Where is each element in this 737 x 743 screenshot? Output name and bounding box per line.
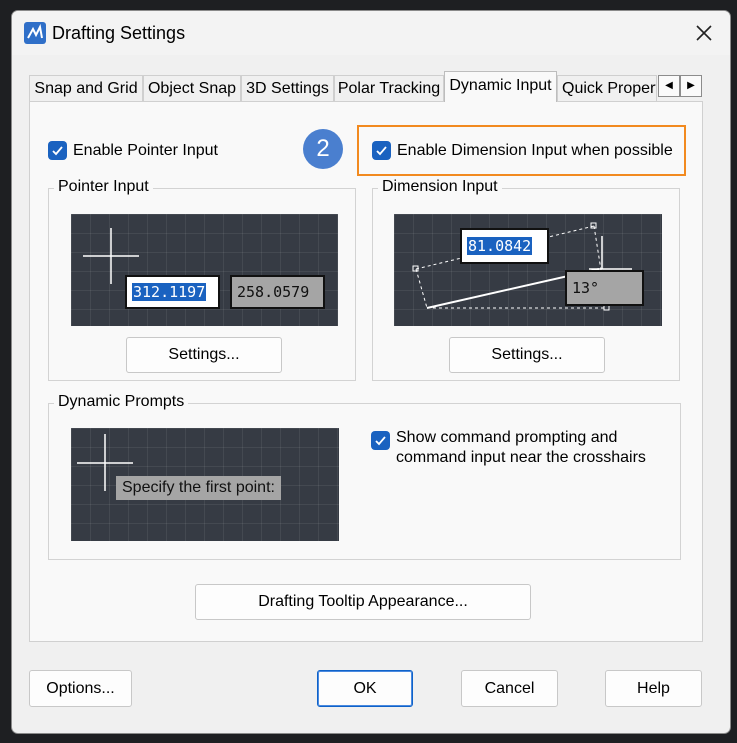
pointer-x-value: 312.1197	[132, 283, 207, 301]
dimension-input-preview: 81.0842 13°	[394, 214, 662, 326]
pointer-input-group: Pointer Input 312.1197 258.0579 Settings…	[48, 178, 356, 381]
dimension-settings-button[interactable]: Settings...	[449, 337, 605, 373]
drafting-settings-dialog: Drafting Settings Snap and Grid Object S…	[11, 10, 731, 734]
dynamic-prompts-group: Dynamic Prompts Specify the first point:…	[48, 393, 681, 560]
show-command-prompting-checkbox[interactable]: Show command prompting and command input…	[371, 428, 646, 468]
step-number-badge: 2	[303, 129, 343, 169]
dimension-angle-value: 13°	[572, 279, 600, 297]
app-logo-icon	[24, 22, 46, 44]
close-icon[interactable]	[692, 21, 716, 45]
pointer-input-preview: 312.1197 258.0579	[71, 214, 338, 326]
dynamic-prompts-group-title: Dynamic Prompts	[54, 393, 189, 411]
dimension-angle-field: 13°	[565, 270, 644, 306]
pointer-y-field: 258.0579	[230, 275, 325, 309]
ok-button[interactable]: OK	[317, 670, 413, 707]
tab-quick-properties[interactable]: Quick Propert	[557, 75, 657, 101]
enable-pointer-input-label: Enable Pointer Input	[73, 141, 218, 159]
show-command-prompting-line1: Show command prompting and	[396, 429, 618, 446]
pointer-settings-button[interactable]: Settings...	[126, 337, 282, 373]
help-button[interactable]: Help	[605, 670, 702, 707]
checkbox-checked-icon	[372, 141, 391, 160]
enable-pointer-input-checkbox[interactable]: Enable Pointer Input	[48, 141, 218, 160]
pointer-x-field: 312.1197	[125, 275, 220, 309]
tab-3d-settings[interactable]: 3D Settings	[241, 75, 334, 101]
show-command-prompting-label: Show command prompting and command input…	[396, 428, 646, 468]
options-button[interactable]: Options...	[29, 670, 132, 707]
tab-object-snap[interactable]: Object Snap	[143, 75, 241, 101]
drafting-tooltip-appearance-button[interactable]: Drafting Tooltip Appearance...	[195, 584, 531, 620]
title-bar: Drafting Settings	[12, 11, 730, 55]
checkbox-checked-icon	[48, 141, 67, 160]
tab-polar-tracking[interactable]: Polar Tracking	[334, 75, 444, 101]
prompt-tooltip: Specify the first point:	[116, 476, 281, 500]
dimension-input-group-title: Dimension Input	[378, 178, 502, 196]
cancel-button[interactable]: Cancel	[461, 670, 558, 707]
pointer-input-group-title: Pointer Input	[54, 178, 153, 196]
dynamic-input-panel: Enable Pointer Input 2 Enable Dimension …	[29, 101, 703, 642]
enable-dimension-input-checkbox[interactable]: Enable Dimension Input when possible	[372, 141, 673, 160]
pointer-y-value: 258.0579	[237, 283, 310, 301]
checkbox-checked-icon	[371, 431, 390, 450]
tab-scroll-left-icon[interactable]: ◀	[658, 75, 680, 97]
dynamic-prompts-preview: Specify the first point:	[71, 428, 339, 541]
crosshair-icon	[83, 228, 139, 284]
window-title: Drafting Settings	[52, 23, 186, 43]
tab-snap-and-grid[interactable]: Snap and Grid	[29, 75, 143, 101]
enable-dimension-input-label: Enable Dimension Input when possible	[397, 141, 673, 159]
dimension-length-field: 81.0842	[460, 228, 549, 264]
dimension-input-group: Dimension Input 81.0842 13° Settings...	[372, 178, 680, 381]
tab-scroll-right-icon[interactable]: ▶	[680, 75, 702, 97]
tab-dynamic-input[interactable]: Dynamic Input	[444, 71, 557, 102]
show-command-prompting-line2: command input near the crosshairs	[396, 449, 646, 466]
dimension-length-value: 81.0842	[467, 237, 533, 255]
